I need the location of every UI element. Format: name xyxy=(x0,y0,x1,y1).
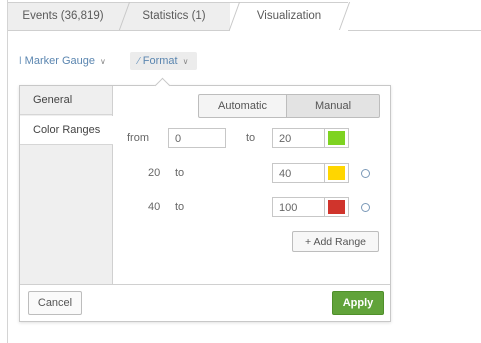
color-picker[interactable] xyxy=(325,163,349,183)
color-swatch-green xyxy=(328,131,345,145)
format-panel: General Color Ranges Automatic Manual fr… xyxy=(19,85,391,322)
chart-type-label: Marker Gauge xyxy=(24,55,95,67)
from-label: from xyxy=(127,132,149,144)
to-label: to xyxy=(175,167,185,179)
remove-range-icon[interactable] xyxy=(361,169,370,178)
color-picker[interactable] xyxy=(325,128,349,148)
tab-visualization[interactable]: Visualization xyxy=(230,2,348,30)
format-label: Format xyxy=(142,55,178,67)
range-to-input[interactable]: 40 xyxy=(272,163,325,183)
color-swatch-yellow xyxy=(328,166,345,180)
pencil-icon: ⁄ xyxy=(138,56,140,67)
chevron-down-icon: ∨ xyxy=(182,57,189,66)
chevron-down-icon: ∨ xyxy=(100,57,106,66)
sidebar-item-color-ranges[interactable]: Color Ranges xyxy=(20,116,113,145)
sidebar-item-general[interactable]: General xyxy=(20,86,112,115)
range-from-input[interactable]: 0 xyxy=(168,128,226,148)
range-to-input[interactable]: 20 xyxy=(272,128,325,148)
color-picker[interactable] xyxy=(325,197,349,217)
to-label: to xyxy=(246,132,256,144)
apply-button[interactable]: Apply xyxy=(332,291,384,315)
to-label: to xyxy=(175,201,185,213)
cancel-button[interactable]: Cancel xyxy=(28,291,82,315)
chart-type-dropdown[interactable]: ǀ Marker Gauge ∨ xyxy=(19,52,106,70)
gauge-icon: ǀ xyxy=(19,56,22,67)
add-range-button[interactable]: + Add Range xyxy=(292,231,379,252)
color-swatch-red xyxy=(328,200,345,214)
tab-events[interactable]: Events (36,819) xyxy=(8,2,118,30)
format-dropdown[interactable]: ⁄ Format ∨ xyxy=(130,52,197,70)
footer-divider xyxy=(20,284,390,285)
manual-toggle[interactable]: Manual xyxy=(286,94,380,118)
remove-range-icon[interactable] xyxy=(361,203,370,212)
range-to-input[interactable]: 100 xyxy=(272,197,325,217)
automatic-toggle[interactable]: Automatic xyxy=(198,94,287,118)
range-start-value: 20 xyxy=(148,167,161,179)
window-border xyxy=(7,0,8,343)
tab-statistics[interactable]: Statistics (1) xyxy=(118,2,230,30)
format-sidebar: General Color Ranges xyxy=(20,86,113,284)
range-start-value: 40 xyxy=(148,201,161,213)
